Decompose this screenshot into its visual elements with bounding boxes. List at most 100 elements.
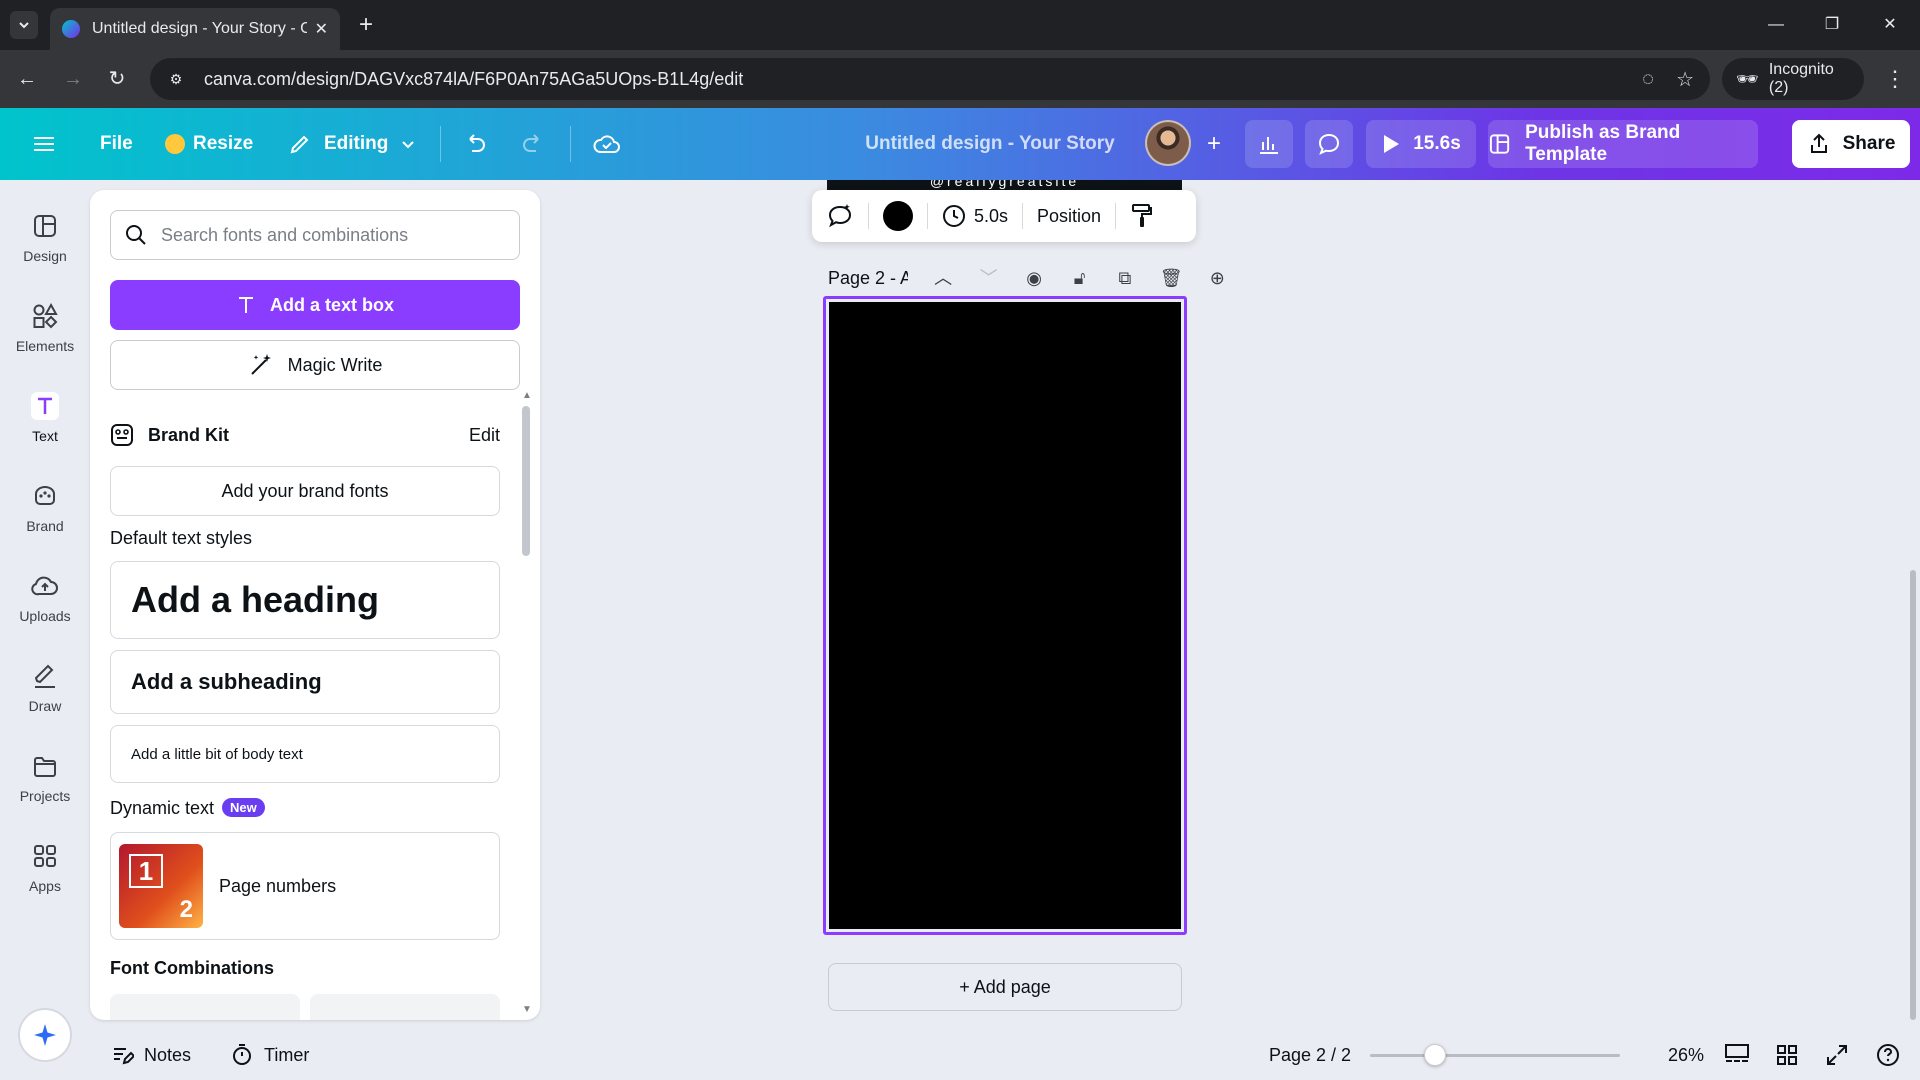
tab-search-button[interactable] [10,11,38,39]
page-background[interactable] [829,302,1181,929]
main-menu-icon[interactable] [34,108,54,180]
page-view-icon[interactable] [1724,1030,1750,1080]
lock-icon[interactable]: 🔓︎ [1069,266,1090,290]
insights-chart-icon[interactable] [1245,120,1293,168]
close-tab-icon[interactable]: ✕ [315,19,328,39]
duplicate-page-icon[interactable]: ⧉ [1114,266,1135,290]
design-page-canvas[interactable] [823,296,1187,935]
fullscreen-icon[interactable] [1826,1030,1848,1080]
notes-button[interactable]: Notes [110,1030,191,1080]
resize-button[interactable]: Resize [165,108,253,180]
canvas-scrollbar[interactable] [1910,570,1916,1020]
new-tab-button[interactable]: + [352,12,380,40]
add-subheading-button[interactable]: Add a subheading [110,650,500,714]
hide-page-icon[interactable]: ◉ [1023,266,1044,290]
resize-label: Resize [193,133,254,154]
trash-icon[interactable]: 🗑︎ [1160,266,1183,290]
close-window-icon[interactable]: ✕ [1870,12,1910,38]
share-button[interactable]: Share [1792,120,1910,168]
page-duration[interactable]: 5.0s [974,206,1008,227]
previous-page-preview[interactable]: @reallygreatsite [827,180,1182,190]
design-title[interactable]: Untitled design - Your Story [860,108,1120,180]
position-button[interactable]: Position [1037,206,1101,227]
add-body-text-button[interactable]: Add a little bit of body text [110,725,500,783]
forward-icon[interactable]: → [58,64,88,94]
background-color-swatch[interactable] [883,201,913,231]
grid-view-icon[interactable] [1776,1030,1798,1080]
page-indicator[interactable]: Page 2 / 2 [1269,1030,1351,1080]
reload-icon[interactable]: ↻ [102,64,132,94]
bookmark-star-icon[interactable]: ☆ [1676,67,1694,92]
ai-edit-icon[interactable] [826,202,854,230]
present-play-button[interactable]: 15.6s [1366,120,1476,168]
url-text: canva.com/design/DAGVxc874lA/F6P0An75AGa… [204,68,744,89]
subheading-label: Add a subheading [131,669,322,694]
url-field[interactable]: ⚙ canva.com/design/DAGVxc874lA/F6P0An75A… [150,58,1710,100]
left-rail: Design Elements Text Brand Uploads Draw … [0,180,90,1080]
rail-item-draw[interactable]: Draw [0,648,90,728]
page-numbers-card[interactable]: 1 2 Page numbers [110,832,500,940]
canva-assistant-button[interactable] [18,1008,72,1062]
redo-icon[interactable] [520,108,546,180]
cloud-save-icon[interactable] [592,108,622,180]
site-settings-icon[interactable]: ⚙ [166,69,186,89]
sparkle-icon [34,1024,56,1046]
panel-scroll-area[interactable]: Brand Kit Edit Add your brand fonts Defa… [90,398,540,1020]
paint-roller-icon[interactable] [1130,203,1154,229]
browser-menu-icon[interactable]: ⋮ [1880,64,1910,94]
page-header-row: Page 2 - A... ︿ ﹀ ◉ 🔓︎ ⧉ 🗑︎ ⊕ [828,264,1228,292]
timer-button[interactable]: Timer [230,1030,309,1080]
font-combination-card[interactable] [310,994,500,1020]
file-menu[interactable]: File [100,108,133,180]
add-heading-button[interactable]: Add a heading [110,561,500,639]
magic-write-button[interactable]: Magic Write [110,340,520,390]
eye-off-icon[interactable]: ◌ [1642,68,1654,91]
page-context-toolbar: 5.0s Position [812,190,1196,242]
panel-scrollbar[interactable] [522,406,530,556]
help-icon[interactable] [1876,1030,1900,1080]
add-brand-fonts-label: Add your brand fonts [221,480,389,501]
scroll-down-icon[interactable]: ▼ [522,1004,532,1015]
template-icon [1489,134,1510,154]
zoom-slider-track[interactable] [1370,1054,1620,1057]
chevron-down-icon [19,22,29,29]
back-icon[interactable]: ← [12,64,42,94]
page-title-label[interactable]: Page 2 - A... [828,268,908,289]
rail-item-apps[interactable]: Apps [0,828,90,908]
brand-kit-edit-link[interactable]: Edit [469,425,500,446]
rail-label: Elements [15,338,75,354]
restore-icon[interactable]: ❐ [1812,12,1852,38]
publish-brand-template-button[interactable]: Publish as Brand Template [1488,120,1758,168]
dynamic-text-title: Dynamic text New [110,798,265,819]
rail-item-text[interactable]: Text [0,378,90,458]
add-page-icon[interactable]: ⊕ [1207,266,1228,290]
rail-item-elements[interactable]: Elements [0,288,90,368]
default-styles-title: Default text styles [110,528,253,548]
font-search-input[interactable]: Search fonts and combinations [110,210,520,260]
rail-item-uploads[interactable]: Uploads [0,558,90,638]
browser-tab[interactable]: Untitled design - Your Story - C ✕ [50,8,340,50]
editing-mode-dropdown[interactable]: Editing [288,108,416,180]
font-combination-card[interactable] [110,994,300,1020]
incognito-badge[interactable]: 🕶 Incognito (2) [1722,58,1864,100]
pencil-icon [290,135,309,154]
chevron-down-icon[interactable]: ﹀ [978,266,999,290]
add-page-button[interactable]: + Add page [828,963,1182,1011]
add-brand-fonts-button[interactable]: Add your brand fonts [110,466,500,516]
add-text-box-button[interactable]: Add a text box [110,280,520,330]
zoom-level[interactable]: 26% [1668,1030,1704,1080]
rail-item-projects[interactable]: Projects [0,738,90,818]
chevron-up-icon[interactable]: ︿ [932,266,953,290]
toolbar-divider [1115,203,1117,229]
avatar[interactable] [1145,120,1191,166]
minimize-icon[interactable]: — [1756,12,1796,38]
scroll-up-icon[interactable]: ▲ [522,390,532,401]
rail-item-design[interactable]: Design [0,198,90,278]
zoom-slider-handle[interactable] [1424,1044,1446,1066]
comment-icon[interactable] [1305,120,1353,168]
rail-item-brand[interactable]: Brand [0,468,90,548]
invite-plus-icon[interactable]: + [1190,120,1238,168]
editing-label: Editing [324,133,389,154]
clock-icon[interactable] [942,204,966,228]
undo-icon[interactable] [462,108,488,180]
